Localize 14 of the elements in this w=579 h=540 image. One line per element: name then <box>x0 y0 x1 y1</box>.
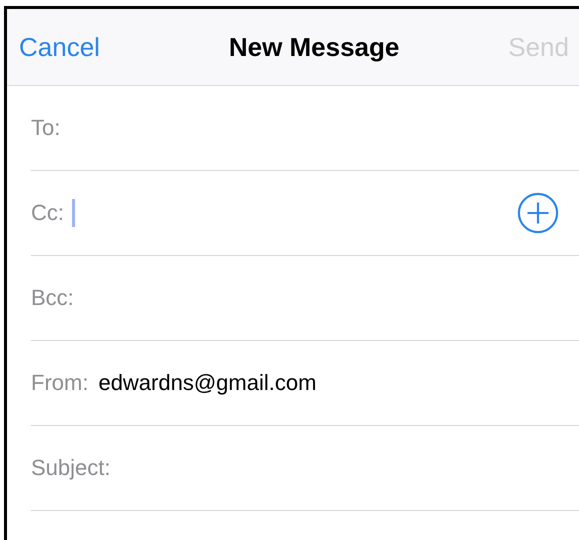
field-label: To: <box>31 115 60 141</box>
field-label: Cc: <box>31 200 64 226</box>
screen-title: New Message <box>228 32 400 62</box>
field-label: Subject: <box>31 455 110 481</box>
field-row[interactable]: Bcc: <box>31 256 579 341</box>
add-contact-icon[interactable] <box>517 192 559 234</box>
field-label: From: <box>31 370 88 396</box>
field-row[interactable]: Cc: <box>31 171 579 256</box>
field-value[interactable]: edwardns@gmail.com <box>98 370 316 396</box>
field-row[interactable]: From: edwardns@gmail.com <box>31 341 579 426</box>
field-label: Bcc: <box>31 285 74 311</box>
cancel-button[interactable]: Cancel <box>19 32 100 62</box>
field-row[interactable]: To: <box>31 86 579 171</box>
field-row[interactable]: Subject: <box>31 426 579 511</box>
